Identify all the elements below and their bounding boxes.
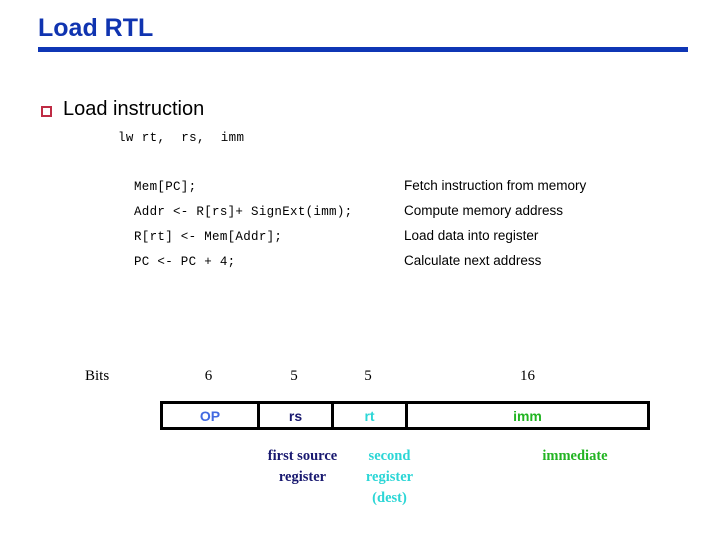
rtl-code-cell: Mem[PC];: [134, 180, 197, 194]
instruction-format-diagram: Bits 6 5 5 16 OP rs rt imm first source …: [85, 368, 660, 506]
rtl-description-cell: Load data into register: [404, 228, 539, 243]
rtl-row: Addr <- R[rs]+ SignExt(imm); Compute mem…: [134, 203, 654, 228]
title-underline-rule: [38, 47, 688, 52]
bit-count-rs: 5: [290, 368, 298, 384]
bits-row-label: Bits: [85, 368, 110, 384]
bit-count-imm: 16: [520, 368, 535, 384]
page-title: Load RTL: [38, 14, 154, 42]
field-note-rs: first source register: [267, 448, 338, 485]
rtl-row: Mem[PC]; Fetch instruction from memory: [134, 178, 654, 203]
rtl-code-cell: R[rt] <- Mem[Addr];: [134, 230, 283, 244]
rtl-row: R[rt] <- Mem[Addr]; Load data into regis…: [134, 228, 654, 253]
hollow-square-bullet-icon: [41, 106, 52, 117]
instruction-fields-box: OP rs rt imm: [160, 401, 650, 430]
instruction-syntax-text: lw rt, rs, imm: [118, 131, 245, 145]
field-imm: imm: [513, 407, 542, 424]
field-note-imm: immediate: [542, 448, 608, 464]
field-rt: rt: [334, 404, 408, 427]
rtl-description-cell: Compute memory address: [404, 203, 564, 218]
rtl-description-cell: Calculate next address: [404, 253, 542, 268]
field-op: OP: [163, 404, 260, 427]
rtl-description-cell: Fetch instruction from memory: [404, 178, 587, 193]
field-rs: rs: [260, 404, 334, 427]
rtl-code-cell: Addr <- R[rs]+ SignExt(imm);: [134, 205, 353, 219]
field-note-rt: second register (dest): [365, 448, 414, 506]
bit-width-header-row: Bits 6 5 5 16: [85, 368, 660, 393]
bit-count-op: 6: [204, 368, 213, 384]
rtl-steps-table: Mem[PC]; Fetch instruction from memory A…: [134, 178, 654, 278]
rtl-row: PC <- PC + 4; Calculate next address: [134, 253, 654, 278]
bullet-item-label: Load instruction: [63, 98, 205, 120]
bit-count-rt: 5: [364, 368, 372, 384]
bullet-list-item: Load instruction: [41, 98, 204, 120]
rtl-code-cell: PC <- PC + 4;: [134, 255, 236, 269]
